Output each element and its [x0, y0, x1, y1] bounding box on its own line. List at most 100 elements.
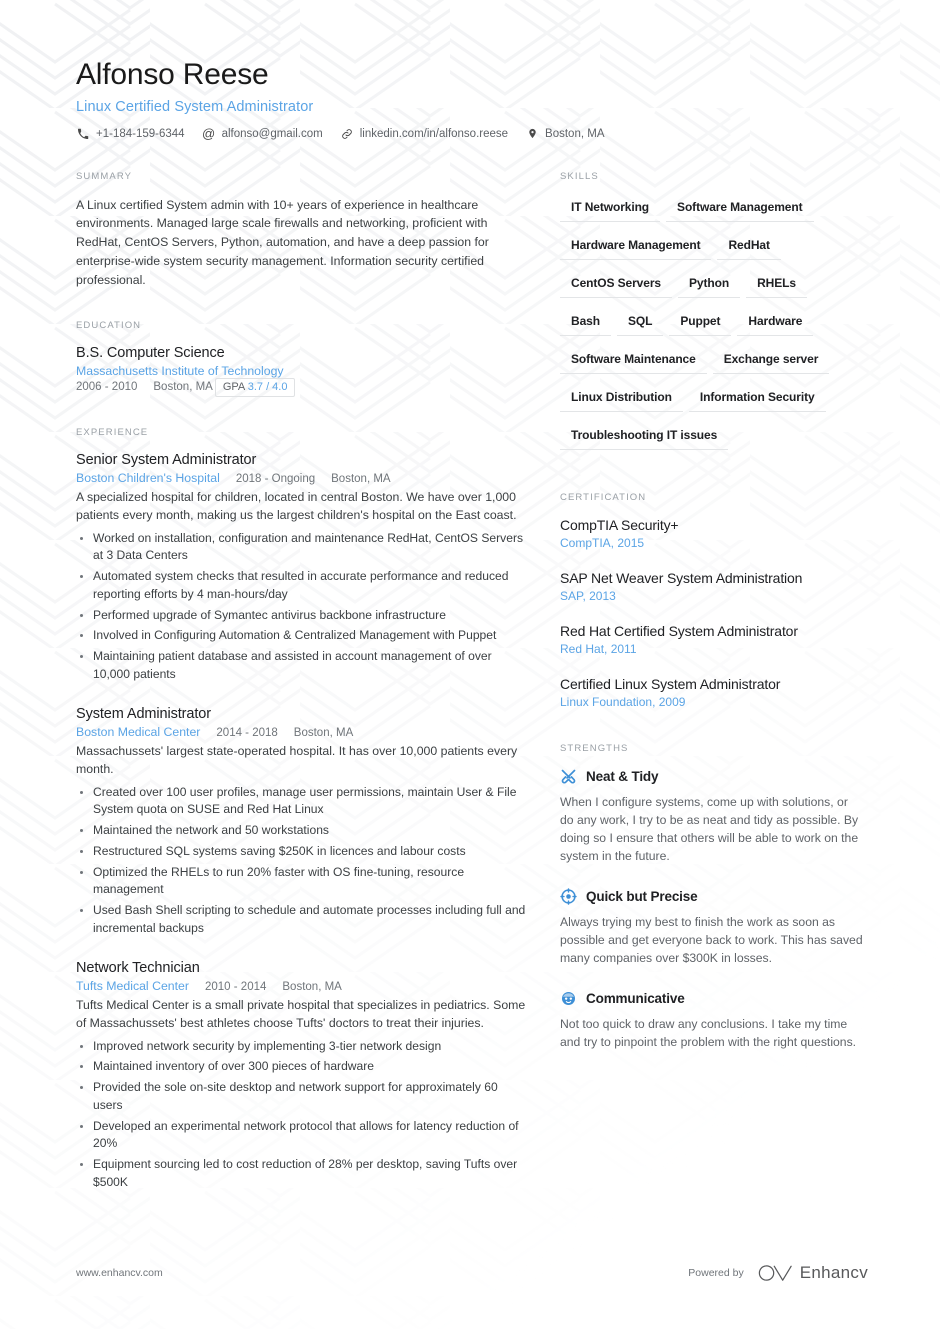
experience-dates: 2018 - Ongoing [235, 472, 316, 485]
experience-entry: Network Technician Tufts Medical Center … [76, 960, 528, 1192]
experience-bullet: Provided the sole on-site desktop and ne… [76, 1079, 528, 1115]
contact-email-text: alfonso@gmail.com [221, 127, 323, 140]
education-degree: B.S. Computer Science [76, 344, 225, 361]
contact-phone[interactable]: +1-184-159-6344 [76, 127, 185, 141]
skill-chip[interactable]: RedHat [717, 234, 781, 260]
summary-text: A Linux certified System admin with 10+ … [76, 197, 489, 287]
strengths-list: Neat & Tidy When I configure systems, co… [560, 768, 864, 1052]
education-entry: B.S. Computer Science Massachusetts Inst… [76, 345, 528, 397]
skill-chip[interactable]: Linux Distribution [560, 386, 683, 412]
certification-issuer[interactable]: CompTIA, 2015 [560, 536, 864, 550]
phone-icon [76, 127, 90, 141]
strength-header: Neat & Tidy [560, 768, 864, 785]
experience-dates: 2014 - 2018 [216, 726, 278, 739]
experience-bullet: Restructured SQL systems saving $250K in… [76, 843, 528, 861]
section-skills: SKILLS IT Networking Software Management H… [560, 171, 864, 462]
strength-title: Neat & Tidy [586, 768, 659, 784]
experience-bullet: Automated system checks that resulted in… [76, 568, 528, 604]
skill-chip[interactable]: Puppet [669, 310, 732, 336]
skill-chip[interactable]: CentOS Servers [560, 272, 672, 298]
candidate-name: Alfonso Reese [76, 58, 269, 91]
target-icon [560, 887, 577, 905]
experience-description: Massachussets' largest state-operated ho… [76, 743, 518, 777]
experience-bullet: Optimized the RHELs to run 20% faster wi… [76, 864, 528, 900]
email-icon: @ [201, 126, 216, 141]
skill-chip[interactable]: Hardware Management [560, 234, 712, 260]
skill-chip[interactable]: Information Security [688, 386, 826, 412]
experience-section-label: EXPERIENCE [76, 426, 149, 438]
experience-bullet: Maintained inventory of over 300 pieces … [76, 1058, 528, 1076]
experience-meta: Tufts Medical Center 2010 - 2014 Boston,… [76, 979, 528, 993]
section-education: EDUCATION B.S. Computer Science Massachu… [76, 320, 528, 397]
skill-chip[interactable]: Python [677, 272, 741, 298]
contact-linkedin[interactable]: linkedin.com/in/alfonso.reese [340, 127, 508, 141]
candidate-job-title: Linux Certified System Administrator [76, 98, 314, 115]
footer-url[interactable]: www.enhancv.com [76, 1267, 163, 1279]
experience-entry: Senior System Administrator Boston Child… [76, 452, 528, 684]
skill-chip[interactable]: Software Maintenance [560, 348, 707, 374]
enhancv-logo-icon [758, 1265, 792, 1281]
resume-body: SUMMARY A Linux certified System admin w… [76, 171, 868, 1222]
education-school[interactable]: Massachusetts Institute of Technology [76, 364, 512, 378]
skill-chip[interactable]: SQL [616, 310, 664, 336]
certification-issuer[interactable]: Red Hat, 2011 [560, 642, 864, 656]
enhancv-brand-name: Enhancv [799, 1263, 868, 1282]
contact-email[interactable]: @ alfonso@gmail.com [202, 127, 323, 141]
section-experience: EXPERIENCE Senior System Administrator B… [76, 427, 528, 1192]
skills-section-label: SKILLS [560, 170, 599, 182]
resume-footer: www.enhancv.com Powered by Enhancv [76, 1263, 868, 1283]
experience-location: Boston, MA [331, 472, 391, 485]
strength-text: Not too quick to draw any conclusions. I… [560, 1016, 857, 1049]
strength-header: Quick but Precise [560, 887, 864, 905]
contact-linkedin-text: linkedin.com/in/alfonso.reese [359, 127, 509, 140]
experience-bullets: Created over 100 user profiles, manage u… [76, 784, 528, 938]
experience-location: Boston, MA [293, 726, 354, 739]
skill-chip[interactable]: Hardware [737, 310, 814, 336]
resume-page: Alfonso Reese Linux Certified System Adm… [0, 0, 940, 1329]
strength-text: Always trying my best to finish the work… [560, 914, 863, 966]
certification-issuer[interactable]: Linux Foundation, 2009 [560, 695, 864, 709]
strength-title: Communicative [586, 990, 685, 1006]
enhancv-brand[interactable]: Enhancv [758, 1263, 868, 1283]
experience-description: A specialized hospital for children, loc… [76, 489, 517, 523]
experience-meta: Boston Medical Center 2014 - 2018 Boston… [76, 725, 528, 739]
right-column: SKILLS IT Networking Software Management H… [560, 171, 864, 1222]
gpa-value: 3.7 / 4.0 [247, 380, 288, 393]
certification-list: CompTIA Security+ CompTIA, 2015 SAP Net … [560, 517, 864, 709]
skill-chip[interactable]: Exchange server [712, 348, 830, 374]
certification-section-label: CERTIFICATION [560, 491, 647, 503]
skill-chip[interactable]: Bash [560, 310, 611, 336]
location-icon [525, 127, 539, 141]
certification-issuer[interactable]: SAP, 2013 [560, 589, 864, 603]
skill-chip[interactable]: Software Management [666, 196, 814, 222]
skills-list: IT Networking Software Management Hardware… [560, 196, 864, 462]
powered-by-label: Powered by [688, 1267, 744, 1279]
certification-name: Red Hat Certified System Administrator [560, 622, 798, 639]
experience-title: Network Technician [76, 959, 200, 976]
tools-icon [560, 768, 577, 785]
column-divider [528, 171, 560, 1222]
skill-chip[interactable]: Troubleshooting IT issues [560, 424, 729, 450]
strength-entry: Quick but Precise Always trying my best … [560, 887, 864, 968]
experience-entry: System Administrator Boston Medical Cent… [76, 706, 528, 938]
strength-entry: Communicative Not too quick to draw any … [560, 990, 864, 1052]
experience-title: System Administrator [76, 705, 211, 722]
strength-entry: Neat & Tidy When I configure systems, co… [560, 768, 864, 866]
experience-company[interactable]: Boston Children's Hospital [76, 471, 220, 485]
resume-header: Alfonso Reese Linux Certified System Adm… [76, 58, 868, 141]
experience-bullet: Maintaining patient database and assiste… [76, 648, 528, 684]
experience-company[interactable]: Boston Medical Center [76, 725, 200, 739]
experience-company[interactable]: Tufts Medical Center [76, 979, 189, 993]
contact-location: Boston, MA [525, 127, 605, 141]
experience-bullet: Improved network security by implementin… [76, 1038, 528, 1056]
skill-chip[interactable]: IT Networking [560, 196, 661, 222]
certification-entry: Red Hat Certified System Administrator R… [560, 623, 864, 656]
experience-title: Senior System Administrator [76, 451, 257, 468]
link-icon [340, 127, 354, 141]
section-summary: SUMMARY A Linux certified System admin w… [76, 171, 528, 290]
skill-chip[interactable]: RHELs [746, 272, 807, 298]
contact-location-text: Boston, MA [545, 127, 605, 140]
footer-branding: Powered by Enhancv [688, 1263, 868, 1283]
experience-bullet: Maintained the network and 50 workstatio… [76, 822, 528, 840]
experience-bullet: Used Bash Shell scripting to schedule an… [76, 902, 528, 938]
